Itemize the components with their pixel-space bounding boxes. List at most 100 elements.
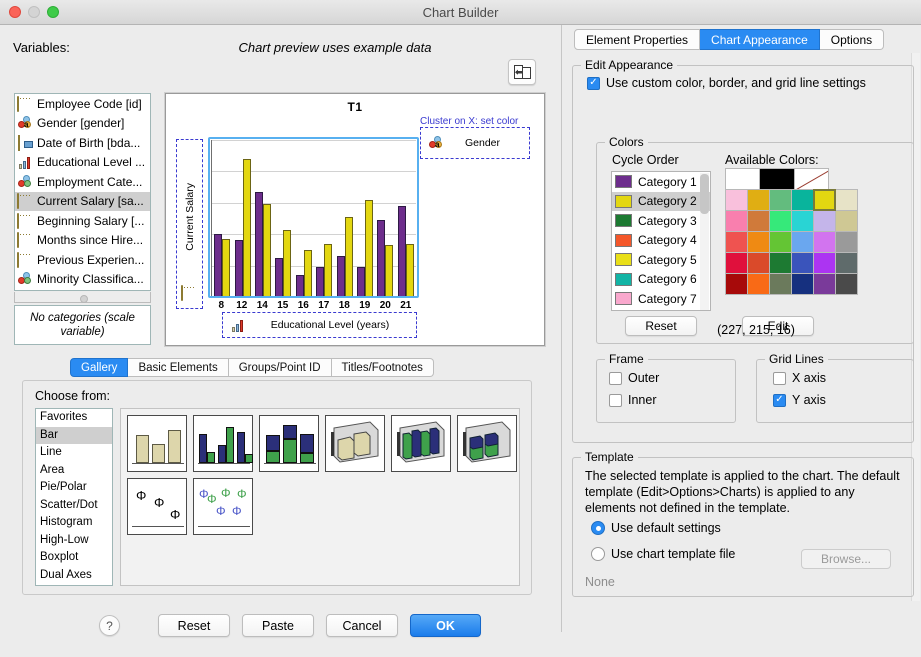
bar-male[interactable] (385, 245, 393, 297)
palette-cell[interactable] (769, 231, 792, 253)
frame-inner-row[interactable]: Inner (609, 393, 657, 407)
bar-male[interactable] (345, 217, 353, 297)
close-button[interactable] (9, 6, 21, 18)
cycle-order-list[interactable]: Category 1 Category 2 Category 3 Categor… (611, 171, 711, 311)
palette-cell[interactable] (725, 273, 748, 295)
cycle-item[interactable]: Category 7 (612, 289, 710, 309)
type-item-line[interactable]: Line (36, 444, 112, 462)
palette-cell[interactable] (725, 252, 748, 274)
palette-cell[interactable] (835, 210, 858, 232)
palette-cell[interactable] (835, 273, 858, 295)
maximize-button[interactable] (47, 6, 59, 18)
bar-male[interactable] (243, 159, 251, 297)
clustered-bar-thumb[interactable] (193, 415, 253, 472)
palette-cell[interactable] (769, 273, 792, 295)
bar-group[interactable] (396, 140, 416, 297)
list-item[interactable]: Beginning Salary [... (15, 211, 150, 231)
cycle-item[interactable]: Category 1 (612, 172, 710, 192)
x-axis-drop-zone[interactable]: Educational Level (years) (222, 312, 417, 338)
window-controls[interactable] (9, 6, 59, 18)
stacked-bar-thumb[interactable] (259, 415, 319, 472)
tab-gallery[interactable]: Gallery (70, 358, 128, 377)
available-colors-palette[interactable] (725, 168, 857, 294)
ok-button[interactable]: OK (410, 614, 481, 637)
use-custom-color-checkbox-row[interactable]: ✓ Use custom color, border, and grid lin… (587, 76, 866, 90)
palette-cell[interactable] (835, 231, 858, 253)
bar-female[interactable] (235, 240, 243, 297)
bar-group[interactable] (314, 140, 334, 297)
tab-chart-appearance[interactable]: Chart Appearance (700, 29, 820, 50)
list-item[interactable]: Date of Birth [bda... (15, 133, 150, 153)
type-item-bar[interactable]: Bar (36, 427, 112, 445)
bar-male[interactable] (263, 204, 271, 297)
frame-outer-row[interactable]: Outer (609, 371, 659, 385)
list-item[interactable]: Previous Experien... (15, 250, 150, 270)
palette-cell-transparent[interactable] (794, 168, 830, 190)
cycle-item[interactable]: Category 3 (612, 211, 710, 231)
tab-titles-footnotes[interactable]: Titles/Footnotes (332, 358, 434, 377)
palette-cell[interactable] (725, 189, 748, 211)
palette-cell[interactable] (769, 189, 792, 211)
use-default-settings-row[interactable]: Use default settings (591, 521, 721, 535)
palette-cell[interactable] (769, 252, 792, 274)
clustered-error-bar-thumb[interactable]: Φ Φ Φ Φ Φ Φ (193, 478, 253, 535)
palette-cell[interactable] (747, 210, 770, 232)
grid-y-axis-row[interactable]: ✓ Y axis (773, 393, 826, 407)
simple-error-bar-thumb[interactable]: Φ Φ Φ (127, 478, 187, 535)
palette-cell[interactable] (813, 252, 836, 274)
list-item[interactable]: a Gender [gender] (15, 114, 150, 134)
type-item-scatter-dot[interactable]: Scatter/Dot (36, 497, 112, 515)
stacked-3d-bar-thumb[interactable] (457, 415, 517, 472)
simple-bar-thumb[interactable] (127, 415, 187, 472)
checkbox-unchecked-icon[interactable] (773, 372, 786, 385)
palette-cell-selected[interactable] (813, 189, 836, 211)
palette-cell[interactable] (791, 189, 814, 211)
variables-resize-handle[interactable] (14, 292, 151, 303)
checkbox-unchecked-icon[interactable] (609, 372, 622, 385)
palette-cell[interactable] (813, 210, 836, 232)
palette-cell[interactable] (835, 252, 858, 274)
bar-male[interactable] (304, 250, 312, 297)
gallery-tabs[interactable]: Gallery Basic Elements Groups/Point ID T… (70, 358, 434, 377)
bar-group[interactable] (375, 140, 395, 297)
paste-button[interactable]: Paste (242, 614, 314, 637)
palette-cell-black[interactable] (759, 168, 795, 190)
bar-group[interactable] (232, 140, 252, 297)
list-item[interactable]: a Minority Classifica... (15, 270, 150, 290)
palette-cell-white[interactable] (725, 168, 761, 190)
type-item-histogram[interactable]: Histogram (36, 514, 112, 532)
palette-cell[interactable] (747, 273, 770, 295)
palette-cell[interactable] (725, 231, 748, 253)
browse-button[interactable]: Browse... (801, 549, 891, 569)
cycle-item[interactable]: Category 6 (612, 270, 710, 290)
checkbox-checked-icon[interactable]: ✓ (773, 394, 786, 407)
type-item-favorites[interactable]: Favorites (36, 409, 112, 427)
variables-list[interactable]: Employee Code [id] a Gender [gender] Dat… (14, 93, 151, 291)
checkbox-checked-icon[interactable]: ✓ (587, 77, 600, 90)
chart-type-list[interactable]: Favorites Bar Line Area Pie/Polar Scatte… (35, 408, 113, 586)
palette-cell[interactable] (813, 273, 836, 295)
bar-group[interactable] (273, 140, 293, 297)
list-item-current-salary[interactable]: Current Salary [sa... (15, 192, 150, 212)
type-item-area[interactable]: Area (36, 462, 112, 480)
clustered-3d-bar-thumb[interactable] (391, 415, 451, 472)
bar-group[interactable] (212, 140, 232, 297)
palette-cell[interactable] (769, 210, 792, 232)
swap-panels-icon[interactable] (508, 59, 536, 85)
bar-female[interactable] (275, 258, 283, 297)
bar-group[interactable] (334, 140, 354, 297)
bar-female[interactable] (214, 234, 222, 297)
palette-cell[interactable] (791, 210, 814, 232)
type-item-high-low[interactable]: High-Low (36, 532, 112, 550)
radio-unselected-icon[interactable] (591, 547, 605, 561)
bar-female[interactable] (398, 206, 406, 297)
bar-female[interactable] (377, 220, 385, 297)
list-item[interactable]: Employee Code [id] (15, 94, 150, 114)
help-button[interactable]: ? (99, 615, 120, 636)
tab-options[interactable]: Options (820, 29, 884, 50)
bar-female[interactable] (255, 192, 263, 297)
list-item[interactable]: a Employment Cate... (15, 172, 150, 192)
bar-female[interactable] (316, 267, 324, 297)
list-item[interactable]: Months since Hire... (15, 231, 150, 251)
checkbox-unchecked-icon[interactable] (609, 394, 622, 407)
